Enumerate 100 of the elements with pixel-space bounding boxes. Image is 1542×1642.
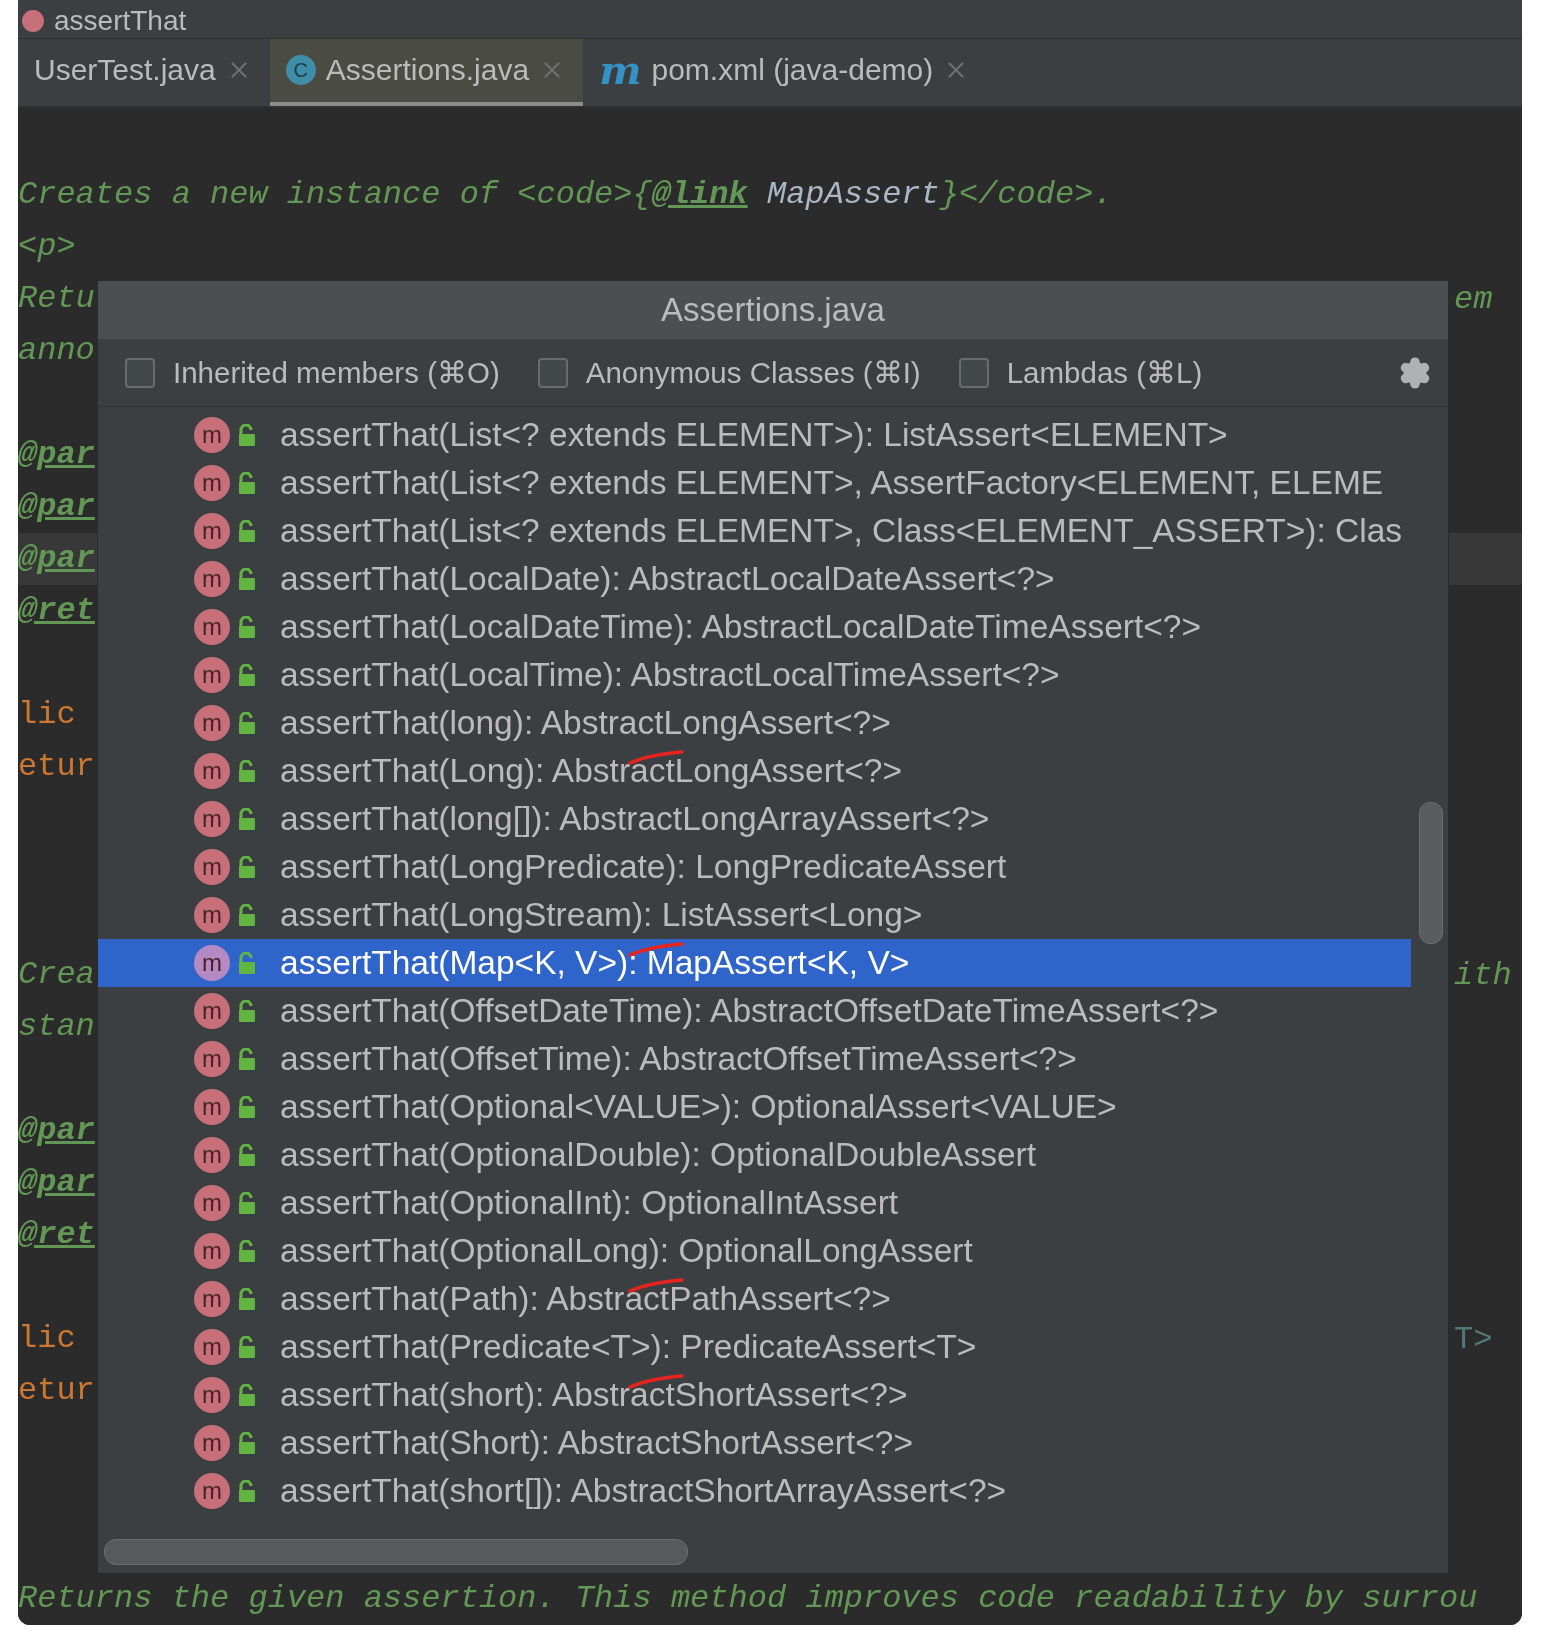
lock-icon [237, 1432, 257, 1454]
maven-icon: m [599, 50, 642, 91]
scrollbar-thumb[interactable] [104, 1539, 688, 1565]
scrollbar-thumb[interactable] [1419, 802, 1443, 944]
code-line: @par [18, 539, 95, 579]
editor-tab[interactable]: m pom.xml (java-demo) [583, 38, 988, 106]
member-row[interactable]: m assertThat(List<? extends ELEMENT>, Class<ELEMENT_ASSERT>): Clas [98, 507, 1411, 555]
lock-icon [237, 808, 257, 830]
window-title: assertThat [54, 3, 187, 38]
method-icon: m [194, 1425, 230, 1461]
code-line: etur [18, 1371, 95, 1411]
lock-icon [237, 616, 257, 638]
code-fragment: em [1454, 280, 1494, 318]
method-icon: m [194, 561, 230, 597]
member-row[interactable]: m assertThat(OptionalInt): OptionalIntAssert [98, 1179, 1411, 1227]
member-row[interactable]: m assertThat(Long): AbstractLongAssert<?> [98, 747, 1411, 795]
method-icon: m [194, 465, 230, 501]
method-icon: m [194, 849, 230, 885]
checkbox[interactable] [125, 357, 155, 388]
member-row[interactable]: m assertThat(Short): AbstractShortAssert<?> [98, 1419, 1411, 1467]
method-icon: m [194, 417, 230, 453]
member-row[interactable]: m assertThat(Map<K, V>): MapAssert<K, V> [98, 939, 1411, 987]
checkbox[interactable] [958, 357, 989, 388]
member-row[interactable]: m assertThat(LongPredicate): LongPredicateAssert [98, 843, 1411, 891]
lock-icon [237, 520, 257, 542]
method-icon: m [194, 657, 230, 693]
member-row[interactable]: m assertThat(List<? extends ELEMENT>): ListAssert<ELEMENT> [98, 411, 1411, 459]
member-row[interactable]: m assertThat(long[]): AbstractLongArrayAssert<?> [98, 795, 1411, 843]
member-row[interactable]: m assertThat(LocalDateTime): AbstractLocalDateTimeAssert<?> [98, 603, 1411, 651]
member-row[interactable]: m assertThat(OptionalLong): OptionalLongAssert [98, 1227, 1411, 1275]
member-row[interactable]: m assertThat(long): AbstractLongAssert<?> [98, 699, 1411, 747]
method-icon: m [194, 705, 230, 741]
code-line: @ret [18, 591, 95, 631]
member-row[interactable]: m assertThat(short): AbstractShortAssert<?> [98, 1371, 1411, 1419]
member-row[interactable]: m assertThat(LocalDate): AbstractLocalDateAssert<?> [98, 555, 1411, 603]
lock-icon [237, 952, 257, 974]
lock-icon [237, 1048, 257, 1070]
method-icon: m [194, 897, 230, 933]
method-icon: m [194, 993, 230, 1029]
method-icon [22, 9, 44, 32]
method-icon: m [194, 1041, 230, 1077]
member-row[interactable]: m assertThat(OptionalDouble): OptionalDoubleAssert [98, 1131, 1411, 1179]
member-row[interactable]: m assertThat(Optional<VALUE>): OptionalAssert<VALUE> [98, 1083, 1411, 1131]
member-row[interactable]: m assertThat(OffsetDateTime): AbstractOffsetDateTimeAssert<?> [98, 987, 1411, 1035]
editor-tab[interactable]: UserTest.java [18, 38, 270, 106]
member-row[interactable]: m assertThat(Path): AbstractPathAssert<?> [98, 1275, 1411, 1323]
editor-tab[interactable]: C Assertions.java [269, 38, 584, 106]
lock-icon [237, 1240, 257, 1262]
lock-icon [237, 1000, 257, 1022]
code-line: Returns the given assertion. This method improves code readability by surrou [18, 1579, 1478, 1619]
code-line: @ret [18, 1215, 95, 1255]
checkbox[interactable] [537, 357, 568, 388]
method-icon: m [194, 1377, 230, 1413]
method-icon: m [194, 1329, 230, 1365]
lock-icon [237, 1096, 257, 1118]
lock-icon [237, 1192, 257, 1214]
method-icon: m [194, 1137, 230, 1173]
code-line: Creates a new instance of <code>{@link MapAssert}</code>. [18, 175, 1113, 215]
filter-checkbox[interactable]: Inherited members (⌘O) [125, 355, 500, 390]
lock-icon [237, 904, 257, 926]
class-icon: C [285, 55, 316, 86]
settings-icon[interactable] [1398, 355, 1432, 390]
code-fragment: ith [1454, 956, 1513, 994]
filter-checkbox[interactable]: Anonymous Classes (⌘I) [537, 355, 921, 390]
member-row[interactable]: m assertThat(short[]): AbstractShortArrayAssert<?> [98, 1467, 1411, 1515]
code-line: etur [18, 747, 95, 787]
code-line: Crea [18, 955, 95, 995]
method-icon: m [194, 1089, 230, 1125]
code-line: <p> [18, 227, 76, 267]
lock-icon [237, 1336, 257, 1358]
lock-icon [237, 1384, 257, 1406]
method-icon: m [194, 609, 230, 645]
lock-icon [237, 760, 257, 782]
lock-icon [237, 472, 257, 494]
lock-icon [237, 1144, 257, 1166]
method-icon: m [194, 1233, 230, 1269]
code-line: @par [18, 1111, 95, 1151]
method-icon: m [194, 1185, 230, 1221]
method-icon: m [194, 801, 230, 837]
member-row[interactable]: m assertThat(Predicate<T>): PredicateAssert<T> [98, 1323, 1411, 1371]
popup-title: Assertions.java [98, 281, 1448, 339]
code-line: @par [18, 435, 95, 475]
method-icon: m [194, 513, 230, 549]
filter-checkbox[interactable]: Lambdas (⌘L) [958, 355, 1203, 390]
code-line: Retu [18, 279, 95, 319]
lock-icon [237, 568, 257, 590]
lock-icon [237, 856, 257, 878]
code-line: lic [18, 1319, 76, 1359]
code-line: anno [18, 331, 95, 371]
code-line: @par [18, 487, 95, 527]
code-line: stan [18, 1007, 95, 1047]
member-row[interactable]: m assertThat(OffsetTime): AbstractOffsetTimeAssert<?> [98, 1035, 1411, 1083]
code-fragment: T> [1454, 1320, 1494, 1358]
member-row[interactable]: m assertThat(List<? extends ELEMENT>, AssertFactory<ELEMENT, ELEME [98, 459, 1411, 507]
method-icon: m [194, 753, 230, 789]
member-row[interactable]: m assertThat(LongStream): ListAssert<Long> [98, 891, 1411, 939]
lock-icon [237, 664, 257, 686]
code-line: lic [18, 695, 76, 735]
lock-icon [237, 1480, 257, 1502]
member-row[interactable]: m assertThat(LocalTime): AbstractLocalTimeAssert<?> [98, 651, 1411, 699]
